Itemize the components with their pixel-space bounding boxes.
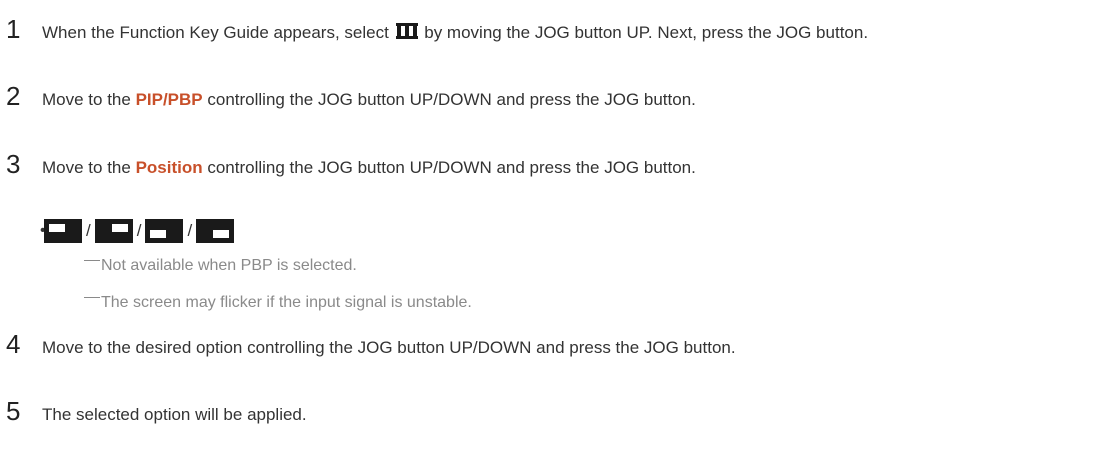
- step-2: 2 Move to the PIP/PBP controlling the JO…: [0, 81, 696, 112]
- dash-icon: [84, 260, 100, 261]
- step-text: When the Function Key Guide appears, sel…: [42, 23, 868, 43]
- step-text: Move to the Position controlling the JOG…: [42, 158, 696, 178]
- pip-bottom-left-icon: [145, 219, 184, 243]
- step-text: Move to the desired option controlling t…: [42, 338, 736, 357]
- bullet: •: [40, 222, 46, 239]
- pip-top-left-icon: [44, 219, 82, 243]
- step-number: 5: [6, 396, 21, 426]
- step-text: Move to the PIP/PBP controlling the JOG …: [42, 90, 696, 110]
- pip-top-right-icon: [94, 219, 133, 243]
- step-text-post: controlling the JOG button UP/DOWN and p…: [202, 90, 696, 109]
- step-5: 5 The selected option will be applied.: [0, 396, 307, 427]
- separator: /: [187, 221, 193, 240]
- menu-item-position: Position: [135, 158, 203, 177]
- dash-icon: [84, 297, 100, 298]
- note-2: The screen may flicker if the input sign…: [84, 294, 472, 312]
- step-4: 4 Move to the desired option controlling…: [0, 329, 736, 360]
- step-number: 3: [6, 149, 21, 179]
- step-text-pre: When the Function Key Guide appears, sel…: [42, 23, 394, 42]
- step-3: 3 Move to the Position controlling the J…: [0, 149, 696, 180]
- step-text-pre: Move to the: [42, 158, 136, 177]
- note-1: Not available when PBP is selected.: [84, 257, 357, 275]
- step-text-post: controlling the JOG button UP/DOWN and p…: [202, 158, 696, 177]
- step-text-pre: Move to the: [42, 90, 136, 109]
- separator: /: [136, 221, 142, 240]
- separator: /: [86, 221, 91, 240]
- pip-bottom-right-icon: [196, 219, 235, 243]
- step-1: 1 When the Function Key Guide appears, s…: [0, 14, 868, 45]
- note-text: Not available when PBP is selected.: [101, 257, 357, 274]
- step-number: 2: [6, 81, 21, 111]
- step-text-post: by moving the JOG button UP. Next, press…: [419, 23, 869, 42]
- menu-item-pip-pbp: PIP/PBP: [135, 90, 203, 109]
- position-options: • / / /: [0, 218, 235, 244]
- step-number: 1: [6, 14, 21, 44]
- note-text: The screen may flicker if the input sign…: [101, 294, 472, 311]
- step-text: The selected option will be applied.: [42, 405, 307, 424]
- step-number: 4: [6, 329, 21, 359]
- menu-icon: [395, 23, 418, 39]
